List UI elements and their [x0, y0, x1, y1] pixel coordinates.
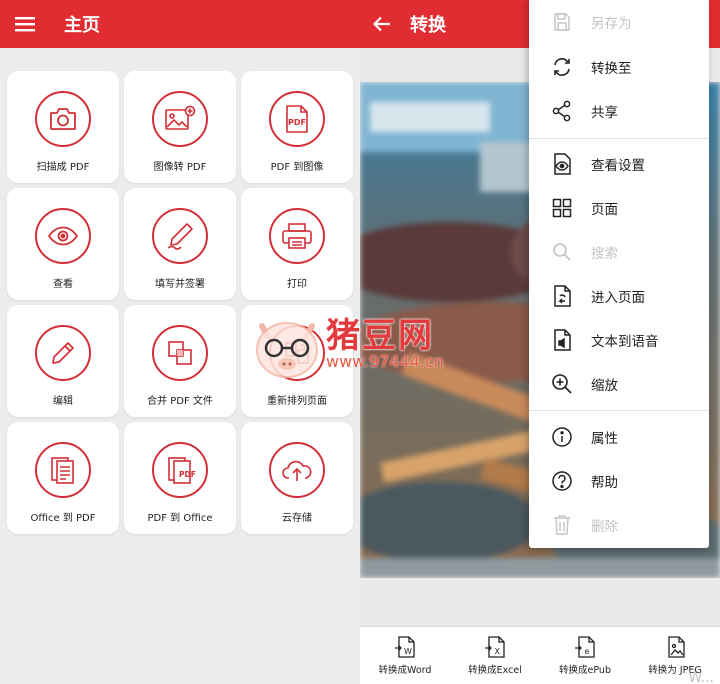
menu-item-label: 搜索 — [591, 246, 618, 262]
search-icon — [553, 243, 571, 261]
pencil-icon — [52, 342, 74, 364]
menu-item-label: 页面 — [591, 202, 618, 218]
convert-to-excel-button[interactable]: X 转换成Excel — [450, 627, 540, 684]
tile-label: 打印 — [287, 279, 307, 290]
tile-print[interactable]: 打印 — [241, 188, 353, 300]
tile-label: 合并 PDF 文件 — [147, 396, 213, 407]
action-label: 转换成Word — [378, 665, 432, 676]
convert-to-epub-button[interactable]: e 转换成ePub — [540, 627, 630, 684]
goto-page-icon — [554, 285, 571, 307]
page-title: 转换 — [410, 15, 446, 36]
view-settings-icon — [554, 153, 571, 175]
menu-item-help[interactable]: 帮助 — [529, 460, 709, 502]
tool-grid: 扫描成 PDF 图像转 PDF PDF PDF 到图像 查看 填写并签署 打印 … — [7, 71, 353, 534]
menu-item-convert-to[interactable]: 转换至 — [529, 46, 709, 88]
tile-label: 编辑 — [53, 396, 73, 407]
action-label: 转换成ePub — [559, 665, 611, 676]
merge-icon — [168, 341, 192, 365]
menu-item-label: 转换至 — [591, 61, 632, 77]
action-label: 转换成Excel — [468, 665, 522, 676]
menu-item-delete[interactable]: 删除 — [529, 504, 709, 546]
menu-item-view-settings[interactable]: 查看设置 — [529, 143, 709, 185]
share-icon — [552, 100, 571, 122]
tile-label: 填写并签署 — [155, 279, 205, 290]
tile-merge-pdf[interactable]: 合并 PDF 文件 — [124, 305, 236, 417]
svg-text:W: W — [404, 647, 412, 656]
menu-item-label: 缩放 — [591, 378, 618, 394]
save-as-icon — [554, 13, 570, 31]
hamburger-menu-button[interactable] — [2, 0, 48, 48]
menu-item-label: 帮助 — [591, 475, 618, 491]
text-to-speech-icon — [554, 329, 571, 351]
tile-fill-and-sign[interactable]: 填写并签署 — [124, 188, 236, 300]
menu-item-properties[interactable]: 属性 — [529, 416, 709, 458]
menu-item-zoom[interactable]: 缩放 — [529, 363, 709, 405]
tile-pdf-to-image[interactable]: PDF PDF 到图像 — [241, 71, 353, 183]
info-icon — [552, 427, 572, 447]
tile-label: Office 到 PDF — [30, 513, 96, 524]
jpeg-convert-icon — [668, 636, 685, 658]
menu-item-label: 文本到语音 — [591, 334, 659, 350]
grid-pages-icon — [552, 198, 572, 218]
tile-label: PDF 到 Office — [147, 513, 213, 524]
trash-icon — [554, 515, 570, 535]
convert-action-bar: W 转换成Word X 转换成Excel e 转换成ePub 转换为 JPEG — [360, 626, 720, 684]
camera-icon — [50, 108, 76, 130]
menu-item-label: 查看设置 — [591, 158, 645, 174]
printer-icon — [282, 223, 312, 249]
tile-pdf-to-office[interactable]: PDF PDF 到 Office — [124, 422, 236, 534]
pdf-icon-text: PDF — [288, 118, 306, 127]
image-add-icon — [165, 105, 196, 130]
signature-pen-icon — [167, 223, 193, 250]
menu-item-pages[interactable]: 页面 — [529, 187, 709, 229]
menu-item-label: 共享 — [591, 105, 618, 121]
tile-label: 扫描成 PDF — [36, 162, 90, 173]
tile-label: 云存储 — [282, 513, 312, 524]
tile-scan-to-pdf[interactable]: 扫描成 PDF — [7, 71, 119, 183]
svg-text:e: e — [585, 647, 590, 656]
office-doc-icon — [51, 457, 74, 484]
tile-label: PDF 到图像 — [270, 162, 324, 173]
tile-label: 重新排列页面 — [267, 396, 327, 407]
convert-to-word-button[interactable]: W 转换成Word — [360, 627, 450, 684]
menu-divider — [529, 410, 709, 411]
zoom-icon — [552, 374, 572, 394]
hamburger-icon — [15, 17, 35, 32]
pdf-icon-text: PDF — [179, 470, 196, 479]
epub-convert-icon: e — [575, 636, 595, 658]
reorder-pages-icon — [285, 342, 309, 364]
tile-cloud-storage[interactable]: 云存储 — [241, 422, 353, 534]
tile-view[interactable]: 查看 — [7, 188, 119, 300]
help-icon — [552, 471, 572, 491]
word-convert-icon: W — [395, 636, 415, 658]
cloud-upload-icon — [282, 460, 312, 481]
menu-item-search[interactable]: 搜索 — [529, 231, 709, 273]
menu-item-label: 属性 — [591, 431, 618, 447]
eye-icon — [47, 226, 79, 246]
overflow-menu: 另存为 转换至 共享 查看设置 页面 搜索 进入页面 文本到语音 缩放 属性 帮… — [529, 0, 709, 548]
menu-item-go-to-page[interactable]: 进入页面 — [529, 275, 709, 317]
menu-item-save-as[interactable]: 另存为 — [529, 1, 709, 43]
menu-item-share[interactable]: 共享 — [529, 90, 709, 132]
tile-label: 图像转 PDF — [153, 162, 207, 173]
arrow-back-icon — [373, 16, 390, 32]
home-app-bar: 主页 — [0, 0, 360, 48]
tile-label: 查看 — [53, 279, 73, 290]
home-screen: 主页 扫描成 PDF 图像转 PDF PDF PDF 到图像 查看 填写并签署 … — [0, 0, 360, 684]
back-button[interactable] — [360, 0, 404, 48]
menu-item-label: 删除 — [591, 519, 618, 535]
convert-icon — [554, 58, 570, 76]
menu-item-label: 进入页面 — [591, 290, 645, 306]
excel-convert-icon: X — [485, 636, 505, 658]
tile-edit[interactable]: 编辑 — [7, 305, 119, 417]
page-title: 主页 — [64, 15, 100, 36]
menu-item-label: 另存为 — [591, 16, 632, 32]
tile-office-to-pdf[interactable]: Office 到 PDF — [7, 422, 119, 534]
tile-reorder-pages[interactable]: 重新排列页面 — [241, 305, 353, 417]
svg-text:X: X — [495, 647, 501, 656]
tile-image-to-pdf[interactable]: 图像转 PDF — [124, 71, 236, 183]
menu-item-text-to-speech[interactable]: 文本到语音 — [529, 319, 709, 361]
watermark-corner: W... — [688, 670, 714, 684]
menu-divider — [529, 138, 709, 139]
